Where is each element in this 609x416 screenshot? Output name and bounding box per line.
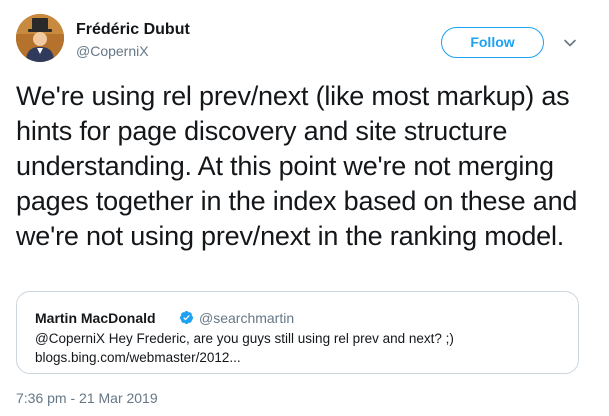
avatar-illustration-icon (16, 14, 64, 62)
follow-button[interactable]: Follow (441, 27, 544, 58)
tweet-timestamp[interactable]: 7:36 pm - 21 Mar 2019 (16, 389, 158, 407)
quoted-tweet-text: @CoperniX Hey Frederic, are you guys sti… (35, 329, 565, 367)
tweet-card: Frédéric Dubut @CoperniX Follow We're us… (0, 0, 609, 416)
author-handle[interactable]: @CoperniX (76, 42, 149, 60)
quoted-author-name: Martin MacDonald (35, 310, 156, 326)
quoted-text-line-2: blogs.bing.com/webmaster/2012... (35, 350, 241, 365)
tweet-text: We're using rel prev/next (like most mar… (16, 81, 578, 251)
author-avatar[interactable] (16, 14, 64, 62)
chevron-down-icon[interactable] (563, 36, 577, 50)
author-name[interactable]: Frédéric Dubut (76, 20, 190, 40)
quoted-text-line-1: @CoperniX Hey Frederic, are you guys sti… (35, 331, 454, 346)
verified-badge-icon (179, 310, 194, 325)
quoted-author-handle: @searchmartin (199, 310, 295, 326)
quoted-tweet[interactable]: Martin MacDonald @searchmartin @CoperniX… (16, 291, 579, 374)
